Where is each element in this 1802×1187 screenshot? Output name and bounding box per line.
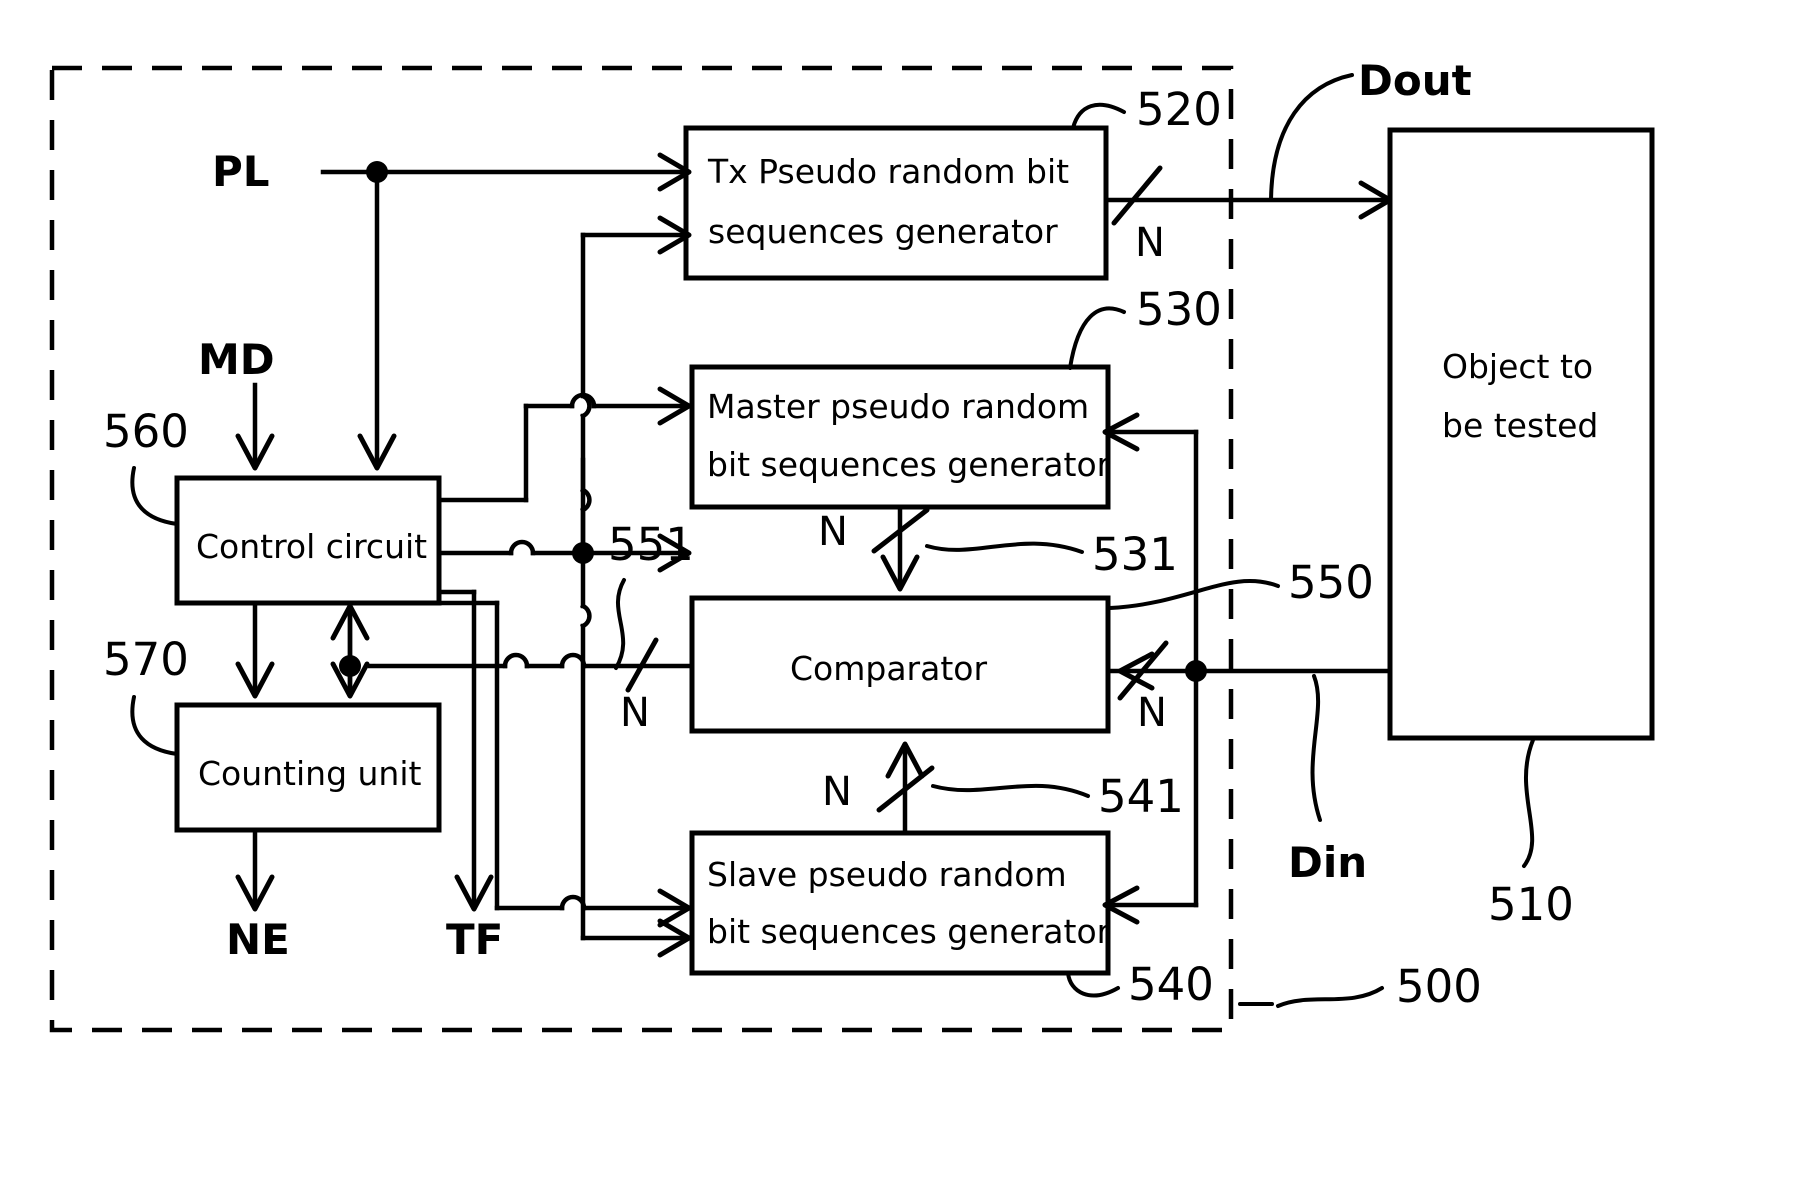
dut-label-line2: be tested — [1442, 406, 1598, 445]
counting-unit-label: Counting unit — [198, 754, 422, 793]
signal-label-dout: Dout — [1358, 56, 1472, 105]
leader-560 — [130, 466, 179, 526]
leader-510 — [1522, 738, 1535, 868]
block-slave-prbs-generator: Slave pseudo random bit sequences genera… — [689, 830, 1111, 976]
signal-label-md: MD — [198, 335, 275, 384]
figure-canvas: Tx Pseudo random bit sequences generator… — [0, 0, 1802, 1187]
block-comparator: Comparator — [689, 595, 1111, 734]
wire-pl-trunk-vertical — [580, 215, 692, 958]
ref-570: 570 — [103, 633, 189, 686]
dut-label-line1: Object to — [1442, 347, 1593, 386]
leader-dout — [1269, 73, 1354, 202]
wire-pl-to-control-circuit — [357, 161, 397, 471]
leader-531 — [925, 541, 1084, 554]
wire-control-to-tf — [436, 589, 494, 912]
block-counting-unit: Counting unit — [174, 702, 442, 833]
slave-prbs-label-line2: bit sequences generator — [707, 912, 1111, 951]
block-object-to-be-tested: Object to be tested — [1387, 127, 1655, 741]
ref-550: 550 — [1288, 556, 1374, 609]
bus-width-dout: N — [1135, 220, 1165, 266]
leader-541 — [931, 783, 1090, 798]
wire-control-counting-bidir — [235, 600, 370, 699]
master-prbs-label-line1: Master pseudo random — [707, 387, 1089, 426]
block-master-prbs-generator: Master pseudo random bit sequences gener… — [689, 364, 1111, 510]
bus-width-531: N — [818, 509, 848, 555]
ref-540: 540 — [1128, 958, 1214, 1011]
comparator-label: Comparator — [790, 649, 987, 688]
wire-counting-to-ne — [235, 827, 275, 912]
ref-560: 560 — [103, 405, 189, 458]
signal-label-pl: PL — [212, 147, 270, 196]
control-circuit-label: Control circuit — [196, 527, 427, 566]
ref-531: 531 — [1092, 528, 1178, 581]
leader-540 — [1066, 971, 1120, 998]
signal-label-din: Din — [1288, 838, 1367, 887]
bus-width-541: N — [822, 769, 852, 815]
ref-541: 541 — [1098, 770, 1184, 823]
junction-dot-counting-feedback — [339, 655, 361, 677]
leader-530 — [1068, 306, 1126, 370]
wire-control-to-master-prbs-a — [436, 386, 692, 503]
leader-500 — [1276, 986, 1384, 1008]
block-tx-prbs-generator: Tx Pseudo random bit sequences generator — [683, 125, 1109, 281]
bus-width-din: N — [1137, 690, 1167, 736]
ref-530: 530 — [1136, 283, 1222, 336]
ref-500: 500 — [1396, 960, 1482, 1013]
wire-slave-to-comparator: N — [822, 741, 935, 836]
signal-label-ne: NE — [226, 915, 290, 964]
tx-prbs-label-line2: sequences generator — [708, 212, 1058, 251]
wire-master-to-comparator: N — [818, 504, 930, 592]
signal-label-tf: TF — [446, 915, 503, 964]
ref-510: 510 — [1488, 878, 1574, 931]
wire-tx-prbs-to-dut-dout: N — [1103, 165, 1393, 266]
block-control-circuit: Control circuit — [174, 475, 442, 606]
leader-551 — [614, 578, 626, 670]
leader-570 — [130, 695, 179, 756]
block-diagram-svg: Tx Pseudo random bit sequences generator… — [49, 56, 1655, 1033]
tx-prbs-label-line1: Tx Pseudo random bit — [707, 152, 1069, 191]
master-prbs-label-line2: bit sequences generator — [707, 445, 1111, 484]
junction-dot-pl — [366, 161, 388, 183]
leader-520 — [1071, 102, 1126, 130]
ref-551: 551 — [608, 518, 694, 571]
ref-520: 520 — [1136, 83, 1222, 136]
wire-md-to-control-circuit — [235, 382, 275, 471]
leader-din — [1310, 674, 1322, 822]
slave-prbs-label-line1: Slave pseudo random — [707, 855, 1067, 894]
bus-slash-dout — [1111, 165, 1163, 226]
bus-width-551: N — [620, 690, 650, 736]
